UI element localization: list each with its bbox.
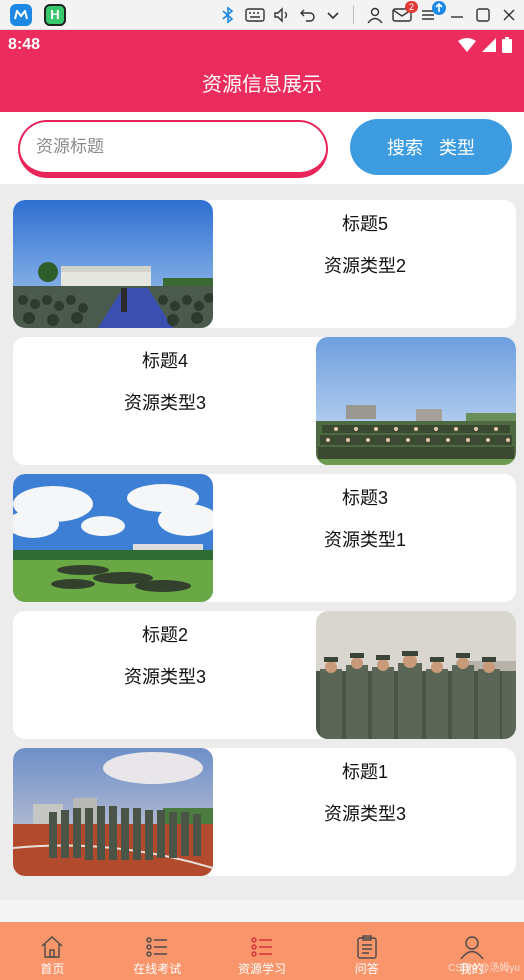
resource-card[interactable]: 标题5 资源类型2 bbox=[13, 200, 516, 328]
tab-online-exam[interactable]: 在线考试 bbox=[105, 922, 210, 980]
resource-list[interactable]: 标题5 资源类型2 标题4 资源类型3 标题3 资源类型1 标题2 资源类型3 … bbox=[0, 184, 524, 900]
keyboard-icon[interactable] bbox=[245, 7, 265, 23]
resource-type: 资源类型1 bbox=[323, 530, 406, 550]
account-icon[interactable] bbox=[366, 6, 384, 24]
resource-photo bbox=[13, 748, 213, 876]
type-label: 类型 bbox=[439, 138, 475, 158]
resource-type: 资源类型2 bbox=[323, 256, 406, 276]
watermark: CSDN @汤姆yu bbox=[448, 963, 520, 974]
resource-photo bbox=[13, 474, 213, 602]
signal-icon bbox=[482, 38, 496, 57]
tab-label: 在线考试 bbox=[133, 962, 182, 976]
volume-icon[interactable] bbox=[273, 6, 291, 24]
user-icon bbox=[460, 936, 484, 960]
resource-card[interactable]: 标题4 资源类型3 bbox=[13, 337, 516, 465]
list-icon bbox=[251, 937, 272, 957]
resource-title: 标题3 bbox=[341, 488, 388, 508]
clipboard-icon bbox=[357, 935, 377, 959]
resource-title: 标题1 bbox=[341, 762, 388, 782]
wifi-icon bbox=[458, 38, 476, 57]
bluetooth-off-icon[interactable] bbox=[219, 6, 237, 24]
toolbar-divider bbox=[353, 6, 354, 24]
search-input[interactable] bbox=[36, 132, 306, 162]
close-icon[interactable] bbox=[500, 6, 518, 24]
app-m-icon[interactable] bbox=[10, 3, 32, 26]
search-label: 搜索 bbox=[387, 138, 423, 158]
resource-photo bbox=[316, 611, 516, 739]
os-titlebar: H 2 bbox=[0, 0, 524, 30]
resource-card[interactable]: 标题1 资源类型3 bbox=[13, 748, 516, 876]
tab-resource-study[interactable]: 资源学习 bbox=[210, 922, 315, 980]
battery-icon bbox=[502, 37, 512, 58]
tab-label: 首页 bbox=[40, 962, 65, 976]
resource-card[interactable]: 标题2 资源类型3 bbox=[13, 611, 516, 739]
search-type-button[interactable]: 搜索 类型 bbox=[350, 119, 512, 175]
chevron-down-icon[interactable] bbox=[325, 7, 341, 23]
resource-type: 资源类型3 bbox=[123, 667, 206, 687]
search-box[interactable] bbox=[18, 120, 328, 178]
maximize-icon[interactable] bbox=[474, 6, 492, 24]
status-time: 8:48 bbox=[8, 36, 41, 53]
tab-qa[interactable]: 问答 bbox=[314, 922, 419, 980]
resource-title: 标题2 bbox=[141, 625, 188, 645]
tab-label: 问答 bbox=[354, 962, 379, 976]
resource-photo bbox=[316, 337, 516, 465]
tab-home[interactable]: 首页 bbox=[0, 922, 105, 980]
home-icon bbox=[41, 936, 63, 958]
menu-icon[interactable] bbox=[420, 1, 446, 23]
resource-type: 资源类型3 bbox=[123, 393, 206, 413]
minimize-icon[interactable] bbox=[448, 6, 466, 24]
resource-card[interactable]: 标题3 资源类型1 bbox=[13, 474, 516, 602]
app-h-icon[interactable]: H bbox=[44, 3, 66, 26]
undo-icon[interactable] bbox=[299, 6, 317, 24]
list-bottom-spacer bbox=[0, 900, 524, 922]
resource-photo bbox=[13, 200, 213, 328]
mail-badge: 2 bbox=[404, 1, 418, 13]
page-title: 资源信息展示 bbox=[0, 60, 524, 112]
resource-title: 标题5 bbox=[341, 214, 388, 234]
resource-type: 资源类型3 bbox=[323, 804, 406, 824]
mail-icon[interactable]: 2 bbox=[392, 1, 418, 23]
tab-label: 资源学习 bbox=[237, 962, 286, 976]
resource-title: 标题4 bbox=[141, 351, 188, 371]
search-row: 搜索 类型 bbox=[0, 112, 524, 184]
list-icon bbox=[146, 937, 168, 957]
bottom-tab-bar: 首页 在线考试 资源学习 问答 我的 CSDN @汤姆yu bbox=[0, 922, 524, 980]
status-bar: 8:48 bbox=[0, 30, 524, 60]
